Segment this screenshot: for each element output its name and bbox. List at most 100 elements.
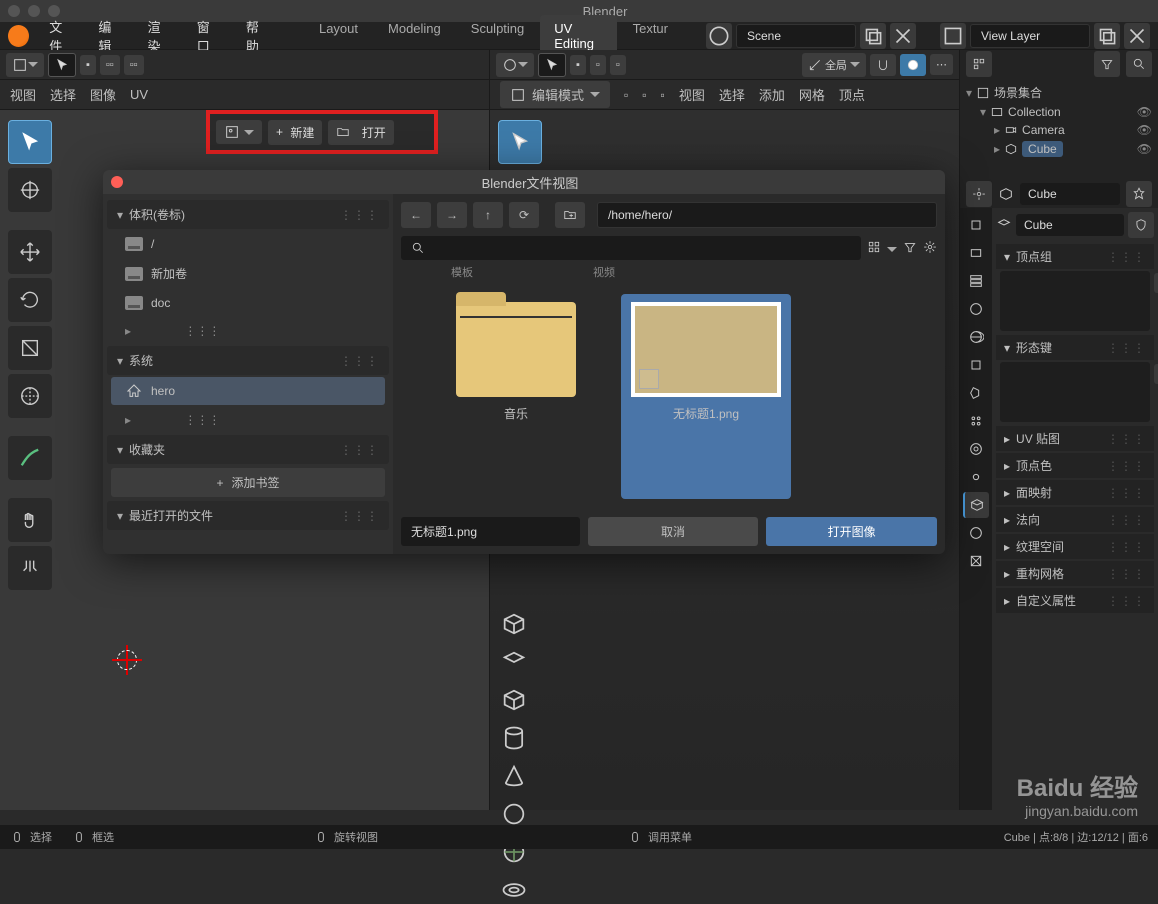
ptab-material[interactable] <box>963 520 989 546</box>
scene-icon[interactable] <box>706 23 732 49</box>
move-tool[interactable] <box>8 230 52 274</box>
scale-tool[interactable] <box>8 326 52 370</box>
mesh-mode-3-icon[interactable]: ▫ <box>661 88 665 102</box>
search-icon[interactable] <box>1126 51 1152 77</box>
ptab-constraints[interactable] <box>963 464 989 490</box>
snap-icon[interactable] <box>870 54 896 76</box>
scene-delete-icon[interactable] <box>890 23 916 49</box>
add-vertex-group-icon[interactable]: + <box>1154 273 1158 293</box>
viewlayer-icon[interactable] <box>940 23 966 49</box>
select-mode-2-icon[interactable]: ▫▫ <box>100 55 120 75</box>
system-header[interactable]: ▾系统⋮⋮⋮ <box>107 346 389 375</box>
cursor-tool[interactable] <box>8 168 52 212</box>
torus-icon[interactable] <box>500 876 528 904</box>
select-box-tool-3d[interactable] <box>498 120 542 164</box>
open-image-button[interactable]: 打开 <box>328 120 393 145</box>
sphere-solid-icon[interactable] <box>500 800 528 828</box>
vp-menu-view[interactable]: 视图 <box>679 85 705 104</box>
new-image-button[interactable]: + 新建 <box>268 120 322 145</box>
ptab-object[interactable] <box>963 352 989 378</box>
transform-tool[interactable] <box>8 374 52 418</box>
bookmarks-header[interactable]: ▾收藏夹⋮⋮⋮ <box>107 435 389 464</box>
plane-mesh-icon[interactable] <box>500 648 528 676</box>
system-more[interactable]: ▸ ⋮⋮⋮ <box>111 407 385 433</box>
open-image-button-dialog[interactable]: 打开图像 <box>766 517 937 546</box>
ptab-output[interactable] <box>963 240 989 266</box>
ptab-render[interactable] <box>963 212 989 238</box>
section-shape-keys[interactable]: ▾形态键⋮⋮⋮ <box>996 335 1154 360</box>
add-shape-key-icon[interactable]: + <box>1154 364 1158 384</box>
visibility-icon[interactable]: 👁 <box>1137 123 1152 137</box>
section-custom-props[interactable]: ▸自定义属性⋮⋮⋮ <box>996 588 1154 613</box>
select-mode-icon[interactable]: ▪ <box>80 55 96 75</box>
cylinder-icon[interactable] <box>500 724 528 752</box>
blender-logo-icon[interactable] <box>8 25 29 47</box>
nav-back-icon[interactable]: ← <box>401 202 431 228</box>
tree-collection[interactable]: ▾Collection👁 <box>966 103 1152 121</box>
cube-wire-icon[interactable] <box>500 686 528 714</box>
sort-icon[interactable] <box>887 241 897 255</box>
uv-menu-image[interactable]: 图像 <box>90 85 116 104</box>
filename-input[interactable]: 无标题1.png <box>401 517 580 546</box>
mesh-mode-2-icon[interactable]: ▫ <box>642 88 646 102</box>
cone-icon[interactable] <box>500 762 528 790</box>
pinch-tool[interactable] <box>8 546 52 590</box>
scene-copy-icon[interactable] <box>860 23 886 49</box>
props-type-icon[interactable] <box>966 181 992 207</box>
vertex-groups-list[interactable]: + <box>1000 271 1150 331</box>
vp-menu-add[interactable]: 添加 <box>759 85 785 104</box>
ptab-modifiers[interactable] <box>963 380 989 406</box>
ptab-physics[interactable] <box>963 436 989 462</box>
sel-mode-edge-icon[interactable]: ▫ <box>590 55 606 75</box>
grab-tool[interactable] <box>8 498 52 542</box>
section-normals[interactable]: ▸法向⋮⋮⋮ <box>996 507 1154 532</box>
cursor-tool-icon[interactable] <box>48 53 76 77</box>
visibility-icon[interactable]: 👁 <box>1137 105 1152 119</box>
proportional-edit-icon[interactable] <box>900 54 926 76</box>
mesh-name-field[interactable]: Cube <box>1016 214 1124 236</box>
section-face-maps[interactable]: ▸面映射⋮⋮⋮ <box>996 480 1154 505</box>
ptab-data[interactable] <box>963 492 989 518</box>
new-folder-icon[interactable] <box>555 202 585 228</box>
outliner-type-icon[interactable] <box>966 51 992 77</box>
dialog-titlebar[interactable]: Blender文件视图 <box>103 170 945 194</box>
sel-mode-vert-icon[interactable]: ▪ <box>570 55 586 75</box>
file-image-untitled[interactable]: 无标题1.png <box>621 294 791 499</box>
file-search-input[interactable] <box>401 236 861 260</box>
mesh-mode-1-icon[interactable]: ▫ <box>624 88 628 102</box>
uv-menu-select[interactable]: 选择 <box>50 85 76 104</box>
ptab-particles[interactable] <box>963 408 989 434</box>
select-mode-3-icon[interactable]: ▫▫ <box>124 55 144 75</box>
settings-icon[interactable] <box>923 240 937 257</box>
cursor-tool-3d-icon[interactable] <box>538 53 566 77</box>
section-remesh[interactable]: ▸重构网格⋮⋮⋮ <box>996 561 1154 586</box>
visibility-icon[interactable]: 👁 <box>1137 142 1152 156</box>
viewlayer-name-field[interactable]: View Layer <box>970 24 1090 48</box>
vp-menu-mesh[interactable]: 网格 <box>799 85 825 104</box>
shape-keys-list[interactable]: + <box>1000 362 1150 422</box>
close-window-icon[interactable] <box>8 5 20 17</box>
editor-type-dropdown-3d[interactable] <box>496 53 534 77</box>
minimize-window-icon[interactable] <box>28 5 40 17</box>
section-texture-space[interactable]: ▸纹理空间⋮⋮⋮ <box>996 534 1154 559</box>
volume-1[interactable]: 新加卷 <box>111 259 385 288</box>
sel-mode-face-icon[interactable]: ▫ <box>610 55 626 75</box>
options-icon[interactable]: ⋯ <box>930 54 953 75</box>
cube-mesh-icon[interactable] <box>500 610 528 638</box>
volume-2[interactable]: doc <box>111 290 385 316</box>
select-box-tool[interactable] <box>8 120 52 164</box>
pin-icon[interactable] <box>1126 181 1152 207</box>
scene-name-field[interactable]: Scene <box>736 24 856 48</box>
cancel-button[interactable]: 取消 <box>588 517 759 546</box>
add-bookmark-button[interactable]: +添加书签 <box>111 468 385 497</box>
filter-files-icon[interactable] <box>903 240 917 257</box>
ptab-world[interactable] <box>963 324 989 350</box>
viewlayer-copy-icon[interactable] <box>1094 23 1120 49</box>
volume-root[interactable]: / <box>111 231 385 257</box>
volumes-header[interactable]: ▾体积(卷标)⋮⋮⋮ <box>107 200 389 229</box>
orientation-dropdown[interactable]: 全局 <box>802 53 866 77</box>
ptab-texture[interactable] <box>963 548 989 574</box>
nav-refresh-icon[interactable]: ⟳ <box>509 202 539 228</box>
section-vertex-groups[interactable]: ▾顶点组⋮⋮⋮ <box>996 244 1154 269</box>
filter-icon[interactable] <box>1094 51 1120 77</box>
